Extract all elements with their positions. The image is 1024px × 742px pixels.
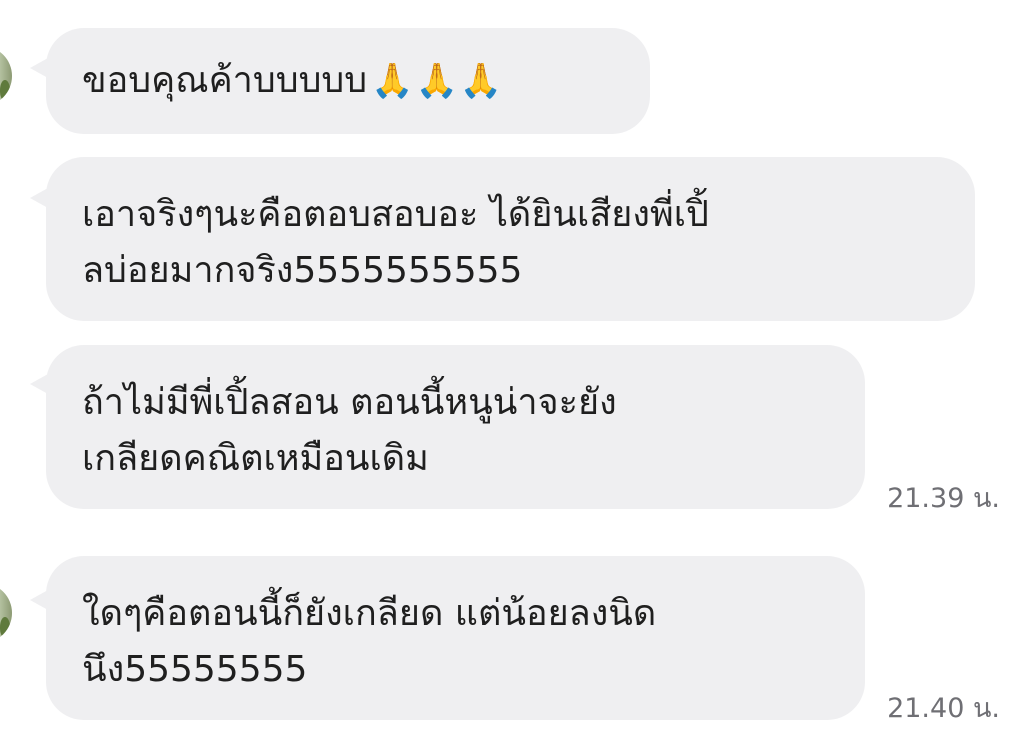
message-text-line: เกลียดคณิตเหมือนเดิม — [82, 438, 429, 479]
chat-thread: ขอบคุณค้าบบบบบ 🙏🙏🙏 เอาจริงๆนะคือตอบสอบอะ … — [0, 0, 1024, 742]
message-bubble[interactable]: ใดๆคือตอนนี้ก็ยังเกลียด แต่น้อยลงนิด นึง… — [46, 556, 865, 720]
message-text-line: ลบ่อยมากจริง5555555555 — [82, 250, 523, 291]
sender-avatar[interactable] — [0, 46, 12, 106]
message-timestamp: 21.40 น. — [887, 693, 1000, 724]
message-timestamp: 21.39 น. — [887, 483, 1000, 514]
sender-avatar[interactable] — [0, 583, 12, 643]
folded-hands-icon: 🙏🙏🙏 — [371, 61, 505, 101]
message-text-line: เอาจริงๆนะคือตอบสอบอะ ได้ยินเสียงพี่เปิ้ — [82, 194, 709, 235]
message-text-line: นึง55555555 — [82, 649, 308, 690]
message-text: ขอบคุณค้าบบบบบ 🙏🙏🙏 — [82, 53, 612, 109]
message-text-line: ใดๆคือตอนนี้ก็ยังเกลียด แต่น้อยลงนิด — [82, 593, 657, 634]
message-bubble[interactable]: ถ้าไม่มีพี่เปิ้ลสอน ตอนนี้หนูน่าจะยัง เก… — [46, 345, 865, 509]
message-bubble[interactable]: เอาจริงๆนะคือตอบสอบอะ ได้ยินเสียงพี่เปิ้… — [46, 157, 975, 321]
message-text-line: ถ้าไม่มีพี่เปิ้ลสอน ตอนนี้หนูน่าจะยัง — [82, 382, 617, 423]
message-bubble[interactable]: ขอบคุณค้าบบบบบ 🙏🙏🙏 — [46, 28, 650, 134]
